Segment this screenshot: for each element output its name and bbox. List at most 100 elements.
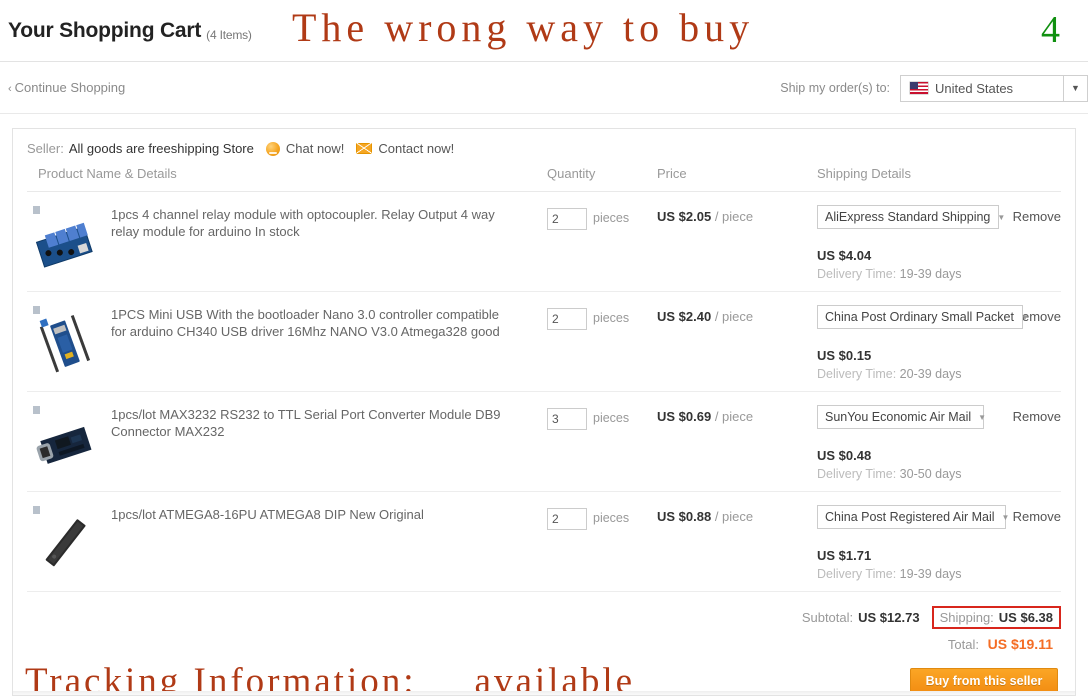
shipping-method-select[interactable]: SunYou Economic Air Mail ▼ [817,405,987,429]
quantity-cell: pieces [547,404,657,481]
shipping-cost: US $1.71 [817,548,872,563]
continue-shopping-link[interactable]: ‹ Continue Shopping [8,80,125,95]
product-name[interactable]: 1pcs/lot ATMEGA8-16PU ATMEGA8 DIP New Or… [111,504,511,581]
chevron-down-icon: ▼ [978,412,987,422]
seller-row: Seller: All goods are freeshipping Store… [13,129,1075,162]
price-cell: US $0.88 / piece [657,504,817,581]
total-label: Total: [947,637,979,652]
product-cell: 1pcs 4 channel relay module with optocou… [27,204,547,281]
price-cell: US $2.05 / piece [657,204,817,281]
quantity-input[interactable] [547,508,587,530]
quantity-unit: pieces [593,211,630,225]
shopping-cart-page: Your Shopping Cart (4 Items) The wrong wa… [0,0,1088,696]
quantity-cell: pieces [547,304,657,381]
cart-panel: Seller: All goods are freeshipping Store… [12,128,1076,696]
chat-now-link[interactable]: Chat now! [265,141,344,156]
quantity-unit: pieces [593,311,630,325]
ship-to-label: Ship my order(s) to: [780,81,890,95]
shipping-method-select[interactable]: China Post Ordinary Small Packet ▼ [817,305,1029,329]
shipping-cell: AliExpress Standard Shipping ▼ US $4.04 … [817,204,1061,281]
page-title: Your Shopping Cart (4 Items) [8,19,252,43]
nano-board-image [39,314,91,373]
quantity-input[interactable] [547,408,587,430]
ship-to-group: Ship my order(s) to: United States ▼ [780,62,1088,114]
subtotal-label: Subtotal: [801,610,854,625]
seller-name[interactable]: All goods are freeshipping Store [69,141,254,156]
product-cell: 1pcs/lot ATMEGA8-16PU ATMEGA8 DIP New Or… [27,504,547,581]
product-thumbnail[interactable] [27,304,101,378]
delivery-time-value: 19-39 days [899,567,962,581]
subtotal-value: US $12.73 [858,610,920,625]
seller-label: Seller: [27,141,64,156]
relay-module-image [35,222,93,268]
delivery-time: Delivery Time: 19-39 days [817,567,1061,581]
product-name[interactable]: 1pcs/lot MAX3232 RS232 to TTL Serial Por… [111,404,511,481]
delivery-time-value: 20-39 days [899,367,962,381]
table-row: 1pcs/lot MAX3232 RS232 to TTL Serial Por… [27,392,1061,492]
annotation-wrong-way: The wrong way to buy [292,5,755,50]
page-title-text: Your Shopping Cart [8,18,202,42]
product-name[interactable]: 1pcs 4 channel relay module with optocou… [111,204,511,281]
continue-shopping-label: Continue Shopping [14,80,126,95]
column-header-shipping: Shipping Details [817,166,911,181]
quantity-unit: pieces [593,511,630,525]
product-thumbnail[interactable] [27,504,101,578]
delivery-time-label: Delivery Time: [817,567,897,581]
total-value: US $19.11 [987,636,1053,652]
delivery-time-value: 30-50 days [899,467,962,481]
shipping-cell: SunYou Economic Air Mail ▼ US $0.48 Deli… [817,404,1061,481]
price-per-unit: / piece [714,209,754,224]
shipping-method-select[interactable]: AliExpress Standard Shipping ▼ [817,205,1005,229]
product-thumbnail[interactable] [27,204,101,278]
price-cell: US $2.40 / piece [657,304,817,381]
unit-price: US $2.05 [657,209,712,224]
delivery-time-value: 19-39 days [899,267,962,281]
quantity-cell: pieces [547,204,657,281]
shipping-method-value: China Post Ordinary Small Packet [825,310,1014,324]
remove-item-link[interactable]: Remove [1013,409,1061,424]
column-headers: Product Name & Details Quantity Price Sh… [27,162,1061,192]
column-header-price: Price [657,166,687,181]
shipping-cell: China Post Registered Air Mail ▼ US $1.7… [817,504,1061,581]
column-header-product: Product Name & Details [38,166,177,181]
product-name[interactable]: 1PCS Mini USB With the bootloader Nano 3… [111,304,511,381]
unit-price: US $0.69 [657,409,712,424]
product-thumbnail[interactable] [27,404,101,478]
shipping-cost: US $0.15 [817,348,872,363]
quantity-input[interactable] [547,208,587,230]
totals-line-subtotal-shipping: Subtotal: US $12.73 Shipping: US $6.38 [27,606,1061,629]
shipping-total-value: US $6.38 [998,610,1053,625]
price-per-unit: / piece [714,509,754,524]
max3232-module-image [36,426,92,464]
shipping-method-select[interactable]: China Post Registered Air Mail ▼ [817,505,1009,529]
chevron-down-icon: ▼ [1001,512,1010,522]
table-row: 1PCS Mini USB With the bootloader Nano 3… [27,292,1061,392]
quantity-cell: pieces [547,504,657,581]
shipping-method-value: SunYou Economic Air Mail [825,410,972,424]
price-per-unit: / piece [714,309,754,324]
delivery-time: Delivery Time: 20-39 days [817,367,1061,381]
shipping-total-highlight: Shipping: US $6.38 [931,606,1061,629]
shipping-method-value: AliExpress Standard Shipping [825,210,991,224]
chevron-down-icon[interactable]: ▼ [1063,75,1087,101]
unit-price: US $0.88 [657,509,712,524]
order-totals: Subtotal: US $12.73 Shipping: US $6.38 T… [27,592,1061,658]
chevron-left-icon: ‹ [8,83,12,95]
quantity-input[interactable] [547,308,587,330]
contact-now-link[interactable]: Contact now! [356,141,454,156]
contact-now-label: Contact now! [378,141,455,156]
delivery-time-label: Delivery Time: [817,367,897,381]
delivery-time-label: Delivery Time: [817,267,897,281]
chevron-down-icon: ▼ [1020,312,1029,322]
remove-item-link[interactable]: Remove [1013,209,1061,224]
delivery-time-label: Delivery Time: [817,467,897,481]
ship-to-bar: ‹ Continue Shopping Ship my order(s) to: … [0,62,1088,114]
panel-bottom-edge [12,691,1076,696]
product-cell: 1pcs/lot MAX3232 RS232 to TTL Serial Por… [27,404,547,481]
totals-line-total: Total: US $19.11 [27,636,1061,652]
remove-item-link[interactable]: Remove [1013,509,1061,524]
thumbnail-badge-icon [33,406,40,414]
shipping-cost: US $4.04 [817,248,872,263]
shipping-cell: China Post Ordinary Small Packet ▼ US $0… [817,304,1061,381]
country-select[interactable]: United States ▼ [900,74,1088,102]
